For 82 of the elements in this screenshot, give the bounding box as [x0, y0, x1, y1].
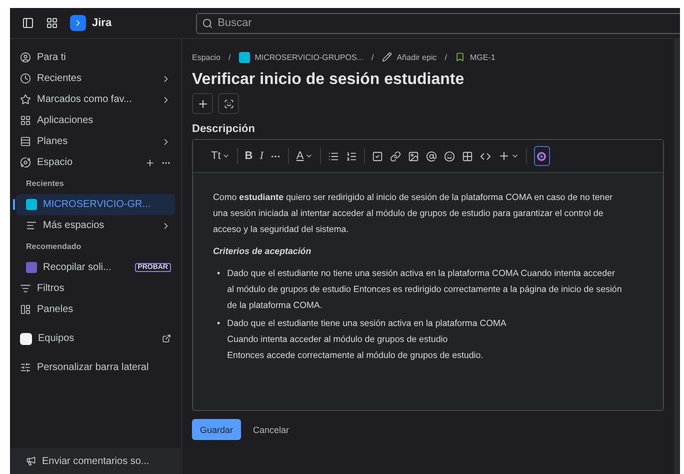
app-name: Jira: [92, 17, 112, 29]
breadcrumb-separator: /: [228, 52, 231, 62]
team-icon: [20, 332, 32, 344]
sidebar-item[interactable]: Paneles: [16, 299, 175, 320]
clock-icon: [20, 73, 31, 84]
sidebar-item[interactable]: Filtros: [16, 278, 175, 299]
project-icon: [26, 199, 37, 210]
cancel-button[interactable]: Cancelar: [249, 419, 294, 440]
bullet-marker: •: [217, 317, 220, 330]
sidebar-item[interactable]: Equipos: [16, 328, 175, 349]
breadcrumb-separator: /: [444, 52, 447, 62]
add-icon[interactable]: [145, 158, 155, 168]
breadcrumb-link[interactable]: MGE-1: [470, 52, 496, 62]
plans-icon: [20, 136, 31, 147]
apps-icon: [20, 115, 31, 126]
lines-icon: [26, 220, 37, 231]
ai-icon: [537, 152, 546, 160]
link-button[interactable]: [390, 150, 401, 162]
plus-icon: [196, 98, 208, 110]
filter-icon: [20, 283, 31, 294]
sidebar-item[interactable]: Aplicaciones: [16, 110, 175, 131]
checkbox-button[interactable]: [372, 150, 383, 162]
pencil-icon: [382, 52, 392, 62]
description-editor[interactable]: [192, 139, 664, 411]
jira-logo-icon: [70, 15, 86, 31]
emoji-button[interactable]: [444, 150, 455, 162]
sidebar-item[interactable]: Más espacios: [16, 215, 175, 236]
criteria-heading: Criterios de aceptación: [213, 245, 312, 258]
star-icon: [20, 94, 31, 105]
project-icon: [238, 52, 250, 62]
breadcrumb-separator: /: [371, 52, 374, 62]
table-button[interactable]: [462, 150, 473, 162]
criteria-item: Dado que el estudiante tiene una sesión activa en la plataforma COMA Cuando intenta acceder al módulo de grupos de estudio Entonces accede correctamente al módulo de grupos de estudio.: [227, 317, 508, 362]
sidebar-item[interactable]: Personalizar barra lateral: [16, 357, 175, 378]
sidebar-heading: Recomendado: [25, 241, 82, 253]
sidebar-heading: Recientes: [25, 178, 65, 190]
insert-button[interactable]: [498, 150, 519, 162]
criteria-item: Dado que el estudiante no tiene una sesión activa en la plataforma COMA Cuando intenta acceder al módulo de grupos de estudio Entonces es redirigido correctamente a la página de inicio de sesión de la plataforma COMA.: [227, 267, 623, 312]
italic-button[interactable]: I: [260, 150, 264, 162]
bullet-marker: •: [217, 267, 220, 280]
megaphone-icon: [26, 456, 36, 466]
add-button[interactable]: [192, 93, 213, 114]
numbered-list-button[interactable]: [346, 150, 357, 162]
search-icon: [202, 18, 213, 28]
person-icon: [20, 52, 31, 63]
scan-icon: [224, 98, 234, 108]
promo-icon: [26, 262, 37, 273]
bold-button[interactable]: B: [244, 150, 253, 162]
breadcrumb-link[interactable]: Espacio: [192, 52, 220, 62]
sidebar-toggle-icon[interactable]: [22, 17, 34, 29]
code-button[interactable]: [480, 150, 491, 162]
caret-icon: [222, 152, 230, 160]
selection-indicator: [13, 199, 15, 210]
sidebar-item[interactable]: Espacio: [16, 152, 175, 173]
text-color-button[interactable]: A: [296, 150, 313, 162]
caret-icon: [510, 152, 519, 160]
description-text: Como estudiante quiero ser redirigido al inicio de sesión de la plataforma COMA en caso de no tener una sesión iniciada al intentar acceder al módulo de grupos de estudio para garantizar el control de acceso y la seguridad del sistema.: [213, 191, 614, 236]
apps-button[interactable]: [218, 93, 239, 114]
search-field[interactable]: Buscar: [196, 12, 680, 34]
sidebar-item[interactable]: Para ti: [16, 47, 175, 68]
text-style-button[interactable]: Tt: [211, 150, 230, 162]
image-button[interactable]: [408, 150, 419, 162]
sidebar-item[interactable]: Planes: [16, 131, 175, 152]
app-switcher-icon[interactable]: [46, 17, 58, 29]
issue-title[interactable]: Verificar inicio de sesión estudiante: [192, 71, 664, 89]
description-label: Descripción: [192, 123, 256, 135]
mention-button[interactable]: [426, 150, 437, 162]
breadcrumb-link[interactable]: MICROSERVICIO-GRUPOS...: [254, 52, 364, 62]
sidebar-item[interactable]: Marcados como fav...: [16, 89, 175, 110]
sidebar-item[interactable]: Recientes: [16, 68, 175, 89]
breadcrumb-link[interactable]: Añadir epic: [396, 52, 437, 62]
ai-button[interactable]: [534, 146, 550, 166]
plus-icon: [498, 150, 510, 162]
sidebar-item[interactable]: MICROSERVICIO-GR...: [16, 194, 175, 215]
bookmark-icon: [454, 52, 465, 62]
feedback-button[interactable]: Enviar comentarios so...: [10, 448, 181, 474]
sliders-icon: [20, 362, 31, 373]
save-button[interactable]: Guardar: [192, 419, 242, 440]
external-link-icon: [162, 334, 171, 343]
caret-icon: [304, 152, 313, 160]
orbit-icon: [20, 157, 31, 168]
panels-icon: [20, 304, 31, 315]
